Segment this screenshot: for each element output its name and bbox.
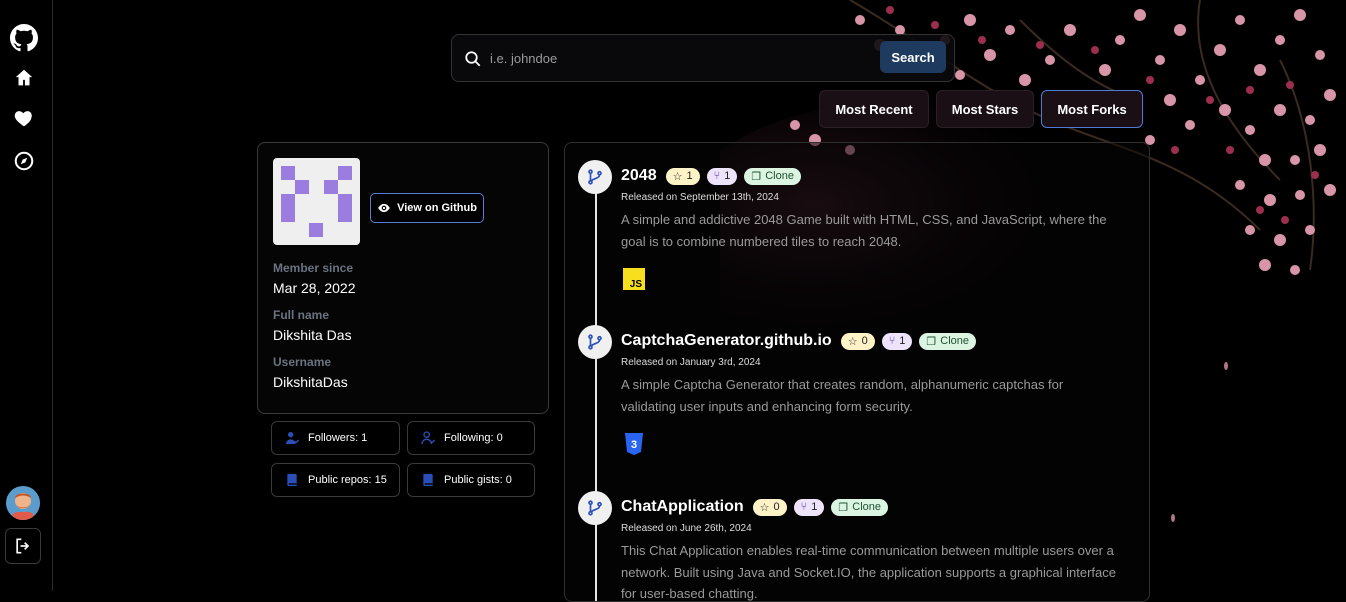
clone-label: Clone <box>765 170 794 182</box>
stars-count: 1 <box>686 170 693 182</box>
forks-badge: ⑂ 1 <box>793 498 825 516</box>
forks-count: 1 <box>899 335 906 347</box>
public-repos-stat: Public repos: 15 <box>271 463 400 497</box>
clone-label: Clone <box>940 335 970 347</box>
sort-most-recent-button[interactable]: Most Recent <box>819 90 929 128</box>
following-stat: Following: 0 <box>407 421 535 455</box>
star-icon: ☆ <box>847 335 858 348</box>
stars-badge: ☆ 0 <box>752 498 787 516</box>
repo-description: A simple Captcha Generator that creates … <box>621 377 1064 414</box>
home-icon[interactable] <box>12 66 36 90</box>
fork-icon: ⑂ <box>888 335 896 347</box>
search-button[interactable]: Search <box>880 41 946 73</box>
repo-name[interactable]: ChatApplication <box>621 498 744 516</box>
profile-card: View on Github Member since Mar 28, 2022… <box>257 142 549 414</box>
compass-icon[interactable] <box>12 149 36 173</box>
git-branch-icon <box>578 325 612 359</box>
clone-button[interactable]: ❐ Clone <box>831 498 889 516</box>
user-check-icon <box>286 432 300 444</box>
username-value: DikshitaDas <box>273 374 348 390</box>
book-icon <box>287 474 297 486</box>
username-label: Username <box>273 355 332 369</box>
css3-icon: 3 <box>625 433 643 455</box>
clone-button[interactable]: ❐ Clone <box>919 332 977 350</box>
book-icon <box>423 474 433 486</box>
full-name-label: Full name <box>273 308 330 322</box>
repo-name[interactable]: 2048 <box>621 167 657 185</box>
svg-text:JS: JS <box>630 279 643 290</box>
git-branch-icon <box>578 491 612 525</box>
stars-count: 0 <box>861 335 868 347</box>
sort-most-forks-button[interactable]: Most Forks <box>1041 90 1143 128</box>
sort-most-stars-button[interactable]: Most Stars <box>936 90 1034 128</box>
stars-count: 0 <box>773 501 780 513</box>
repo-description: A simple and addictive 2048 Game built w… <box>621 212 1107 249</box>
clone-button[interactable]: ❐ Clone <box>744 167 801 185</box>
user-icon <box>421 431 436 445</box>
copy-icon: ❐ <box>838 501 849 514</box>
fork-icon: ⑂ <box>800 501 808 513</box>
star-icon: ☆ <box>672 170 683 183</box>
stars-badge: ☆ 0 <box>840 332 875 350</box>
member-since-value: Mar 28, 2022 <box>273 280 356 296</box>
heart-icon[interactable] <box>12 106 36 130</box>
javascript-icon: JS <box>623 268 645 290</box>
repo-release-date: Released on January 3rd, 2024 <box>621 357 761 368</box>
logout-button[interactable] <box>5 528 41 564</box>
stars-badge: ☆ 1 <box>665 167 700 185</box>
search-input[interactable] <box>488 43 868 73</box>
search-icon <box>465 51 481 67</box>
timeline-line <box>595 163 597 601</box>
forks-count: 1 <box>811 501 818 513</box>
repo-name[interactable]: CaptchaGenerator.github.io <box>621 332 832 350</box>
following-label: Following: 0 <box>444 432 503 444</box>
public-repos-label: Public repos: 15 <box>308 474 387 486</box>
eye-icon <box>378 203 390 213</box>
copy-icon: ❐ <box>926 335 937 348</box>
repo-description: This Chat Application enables real-time … <box>621 543 1117 601</box>
forks-badge: ⑂ 1 <box>881 332 913 350</box>
full-name-value: Dikshita Das <box>273 327 352 343</box>
forks-badge: ⑂ 1 <box>706 167 738 185</box>
search-bar: Search <box>451 34 955 82</box>
followers-stat: Followers: 1 <box>271 421 400 455</box>
star-icon: ☆ <box>759 501 770 514</box>
repo-list: 2048 ☆ 1 ⑂ 1 ❐ Clone Released on September … <box>564 142 1150 602</box>
public-gists-label: Public gists: 0 <box>444 474 512 486</box>
view-on-github-button[interactable]: View on Github <box>370 193 484 223</box>
followers-label: Followers: 1 <box>308 432 368 444</box>
copy-icon: ❐ <box>751 170 762 183</box>
profile-identicon <box>273 158 360 245</box>
user-avatar[interactable] <box>6 486 40 520</box>
view-on-github-label: View on Github <box>397 202 477 214</box>
git-branch-icon <box>578 160 612 194</box>
github-logo-icon[interactable] <box>10 24 38 52</box>
clone-label: Clone <box>852 501 882 513</box>
sidebar <box>0 0 53 591</box>
forks-count: 1 <box>724 170 731 182</box>
svg-text:3: 3 <box>631 439 637 451</box>
repo-release-date: Released on September 13th, 2024 <box>621 192 779 203</box>
public-gists-stat: Public gists: 0 <box>407 463 535 497</box>
repo-release-date: Released on June 26th, 2024 <box>621 523 752 534</box>
member-since-label: Member since <box>273 261 354 275</box>
fork-icon: ⑂ <box>713 170 721 182</box>
